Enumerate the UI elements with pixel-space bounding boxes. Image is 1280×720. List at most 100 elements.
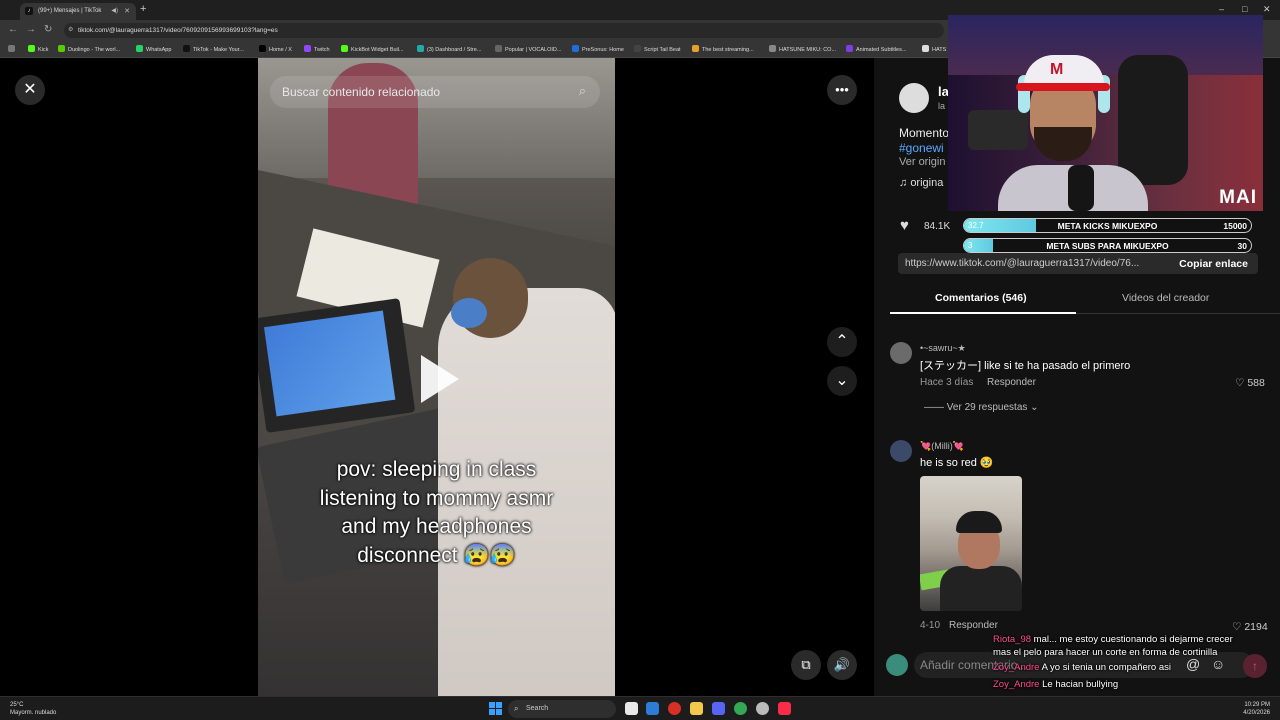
tab-comments[interactable]: Comentarios (546)	[935, 292, 1027, 304]
post-description: Momento	[899, 126, 950, 140]
bookmark-item[interactable]: Twitch	[304, 45, 330, 53]
bookmark-item[interactable]: Home / X	[259, 45, 292, 53]
clock[interactable]: 10:29 PM 4/20/2026	[1243, 701, 1270, 717]
app-icon[interactable]	[668, 702, 681, 715]
chrome-icon[interactable]	[734, 702, 747, 715]
volume-button[interactable]: 🔊	[827, 650, 857, 680]
search-icon[interactable]: ⌕	[579, 83, 586, 99]
related-search-placeholder: Buscar contenido relacionado	[282, 85, 441, 99]
chevron-down-icon: ⌄	[835, 372, 849, 389]
active-tab-indicator	[890, 312, 1076, 314]
close-icon: ✕	[23, 81, 37, 98]
bookmark-item[interactable]: Duolingo - The worl...	[58, 45, 120, 53]
avatar[interactable]	[890, 342, 912, 364]
comment-author[interactable]: •~sawru~★	[920, 343, 966, 354]
kicks-goal-current: 32.7	[968, 221, 984, 230]
bookmark-item[interactable]: PreSonus: Home	[572, 45, 624, 53]
bookmark-item[interactable]: Kick	[28, 45, 48, 53]
video-caption: pov: sleeping in class listening to momm…	[319, 458, 554, 567]
back-icon[interactable]: ←	[8, 24, 18, 35]
related-search-input[interactable]: Buscar contenido relacionado ⌕	[270, 76, 600, 108]
comment-author[interactable]: 💘(Milli)💘	[920, 441, 964, 452]
taskbar-search[interactable]: ⌕ Search	[508, 700, 616, 718]
more-options-button[interactable]: •••	[827, 75, 857, 105]
subs-goal-target: 30	[1237, 241, 1247, 251]
like-count: 84.1K	[924, 221, 951, 232]
play-icon[interactable]	[421, 355, 459, 403]
new-tab-button[interactable]: +	[140, 3, 146, 15]
creator-avatar[interactable]	[899, 83, 929, 113]
forward-icon[interactable]: →	[26, 24, 36, 35]
close-button[interactable]: ✕	[15, 75, 45, 105]
chat-username: Zoy_Andre	[993, 679, 1040, 690]
bookmark-item[interactable]: HATSUNE MIKU: CO...	[769, 45, 836, 53]
task-view-icon[interactable]	[625, 702, 638, 715]
bookmark-item[interactable]: Animated Subtitles...	[846, 45, 906, 53]
bookmark-item[interactable]: TikTok - Make Your...	[183, 45, 244, 53]
bookmark-item[interactable]: (3) Dashboard / Stre...	[417, 45, 481, 53]
close-window-icon[interactable]: ✕	[1263, 4, 1271, 15]
kicks-goal-label: META KICKS MIKUEXPO	[1057, 221, 1158, 231]
settings-icon[interactable]	[756, 702, 769, 715]
reload-icon[interactable]: ↻	[44, 24, 52, 35]
chevron-down-icon: ⌄	[1027, 402, 1039, 413]
subs-goal-current: 3	[968, 241, 973, 250]
chat-text: A yo si tenia un compañero asi	[1041, 662, 1171, 673]
next-video-button[interactable]: ⌄	[827, 366, 857, 396]
discord-icon[interactable]	[712, 702, 725, 715]
comment-image[interactable]	[920, 476, 1022, 611]
comment-like[interactable]: ♡ 2194	[1232, 621, 1268, 633]
miniplayer-icon: ⧉	[801, 657, 811, 672]
url-text: tiktok.com/@lauraguerra1317/video/760920…	[78, 27, 278, 34]
webcam-overlay: M MAI	[948, 15, 1263, 211]
maximize-icon[interactable]: □	[1242, 4, 1247, 14]
chevron-up-icon: ⌃	[835, 333, 849, 350]
close-tab-icon[interactable]: ✕	[124, 7, 130, 15]
bookmark-item[interactable]: HATS	[922, 45, 946, 53]
miniplayer-button[interactable]: ⧉	[791, 650, 821, 680]
kicks-goal-bar: META KICKS MIKUEXPO 32.7 15000	[963, 218, 1252, 233]
url-field[interactable]: ⚙ tiktok.com/@lauraguerra1317/video/7609…	[64, 23, 944, 38]
user-avatar	[886, 654, 908, 676]
creator-handle: la	[938, 101, 946, 111]
like-icon[interactable]: ♥	[900, 217, 909, 234]
video-player[interactable]: Buscar contenido relacionado ⌕ pov: slee…	[258, 58, 615, 696]
reply-button[interactable]: Responder	[949, 620, 998, 631]
subs-goal-bar: META SUBS PARA MIKUEXPO 3 30	[963, 238, 1252, 253]
bookmark-item[interactable]: WhatsApp	[136, 45, 171, 53]
comment-time: 4-10	[920, 620, 941, 631]
chat-message: Zoy_Andre Le hacian bullying	[993, 678, 1248, 691]
tab-creator-videos[interactable]: Videos del creador	[1122, 292, 1209, 304]
audio-icon[interactable]: ◀)	[111, 7, 118, 14]
start-button[interactable]	[489, 702, 502, 715]
minimize-icon[interactable]: –	[1219, 4, 1224, 14]
arrow-up-icon: ↑	[1252, 659, 1258, 673]
see-original-link[interactable]: Ver origin	[899, 156, 945, 168]
app-icon[interactable]	[646, 702, 659, 715]
view-replies-button[interactable]: —— Ver 29 respuestas ⌄	[924, 402, 1039, 413]
bookmark-item[interactable]: Script Tail Beat	[634, 45, 681, 53]
music-link[interactable]: ♫ origina	[899, 177, 943, 189]
comment-like[interactable]: ♡ 588	[1235, 377, 1265, 389]
share-link-url: https://www.tiktok.com/@lauraguerra1317/…	[905, 258, 1140, 269]
copy-link-button[interactable]: Copiar enlace	[1179, 258, 1248, 270]
reply-button[interactable]: Responder	[987, 377, 1036, 388]
file-explorer-icon[interactable]	[690, 702, 703, 715]
volume-icon: 🔊	[833, 657, 851, 672]
previous-video-button[interactable]: ⌃	[827, 327, 857, 357]
stream-logo: MAI	[1219, 187, 1257, 208]
site-info-icon[interactable]: ⚙	[68, 26, 73, 33]
music-app-icon[interactable]	[778, 702, 791, 715]
browser-tab[interactable]: ♪ (99+) Mensajes | TikTok ◀) ✕	[20, 3, 136, 20]
more-icon: •••	[835, 82, 849, 97]
post-hashtag[interactable]: #gonewi	[899, 141, 944, 155]
comment-text: [ステッカー] like si te ha pasado el primero	[920, 360, 1131, 372]
bookmark-item[interactable]: The best streaming...	[692, 45, 754, 53]
bookmark-item[interactable]: KickBot Widget Buil...	[341, 45, 404, 53]
apps-icon[interactable]	[8, 45, 18, 53]
weather-widget[interactable]: 25°C Mayorm. nublado	[10, 701, 56, 717]
bookmark-item[interactable]: Popular | VOCALOID...	[495, 45, 561, 53]
avatar[interactable]	[890, 440, 912, 462]
cap-logo: M	[1050, 61, 1064, 78]
headphones	[451, 298, 487, 328]
